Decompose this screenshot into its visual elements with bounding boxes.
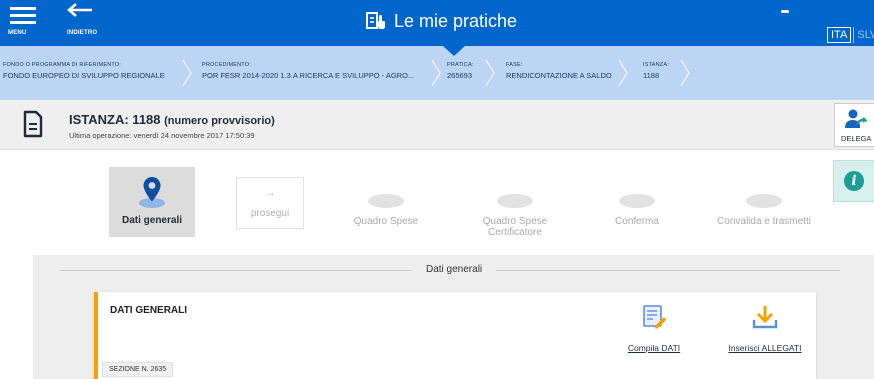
step-dot — [497, 194, 533, 208]
info-icon: i — [844, 171, 864, 191]
step-quadro-spese-certificatore: Quadro Spese Certificatore — [470, 194, 560, 238]
delega-button[interactable]: DELEGA — [834, 103, 874, 147]
istanza-number: ISTANZA: 1188 — [69, 112, 161, 127]
chevron-right-icon — [182, 59, 192, 87]
crumb-value: 1188 — [643, 71, 660, 80]
crumb-pratica: PRATICA: 265693 — [447, 62, 474, 80]
top-bar: MENU INDIETRO Le mie pratiche ITA SLV — [0, 0, 874, 46]
section-number-badge: SEZIONE N. 2635 — [102, 362, 174, 377]
crumb-procedimento: PROCEDIMENTO: POR FESR 2014-2020 1.3.A R… — [202, 62, 414, 80]
crumb-key: ISTANZA: — [643, 62, 669, 68]
step-convalida-trasmetti: Convalida e trasmetti — [704, 194, 824, 227]
step-dot — [746, 194, 782, 208]
language-switcher: ITA SLV — [827, 27, 874, 43]
card-title: DATI GENERALI — [110, 305, 188, 316]
menu-label: MENU — [8, 30, 27, 36]
page-title-text: Le mie pratiche — [394, 10, 518, 31]
crumb-fase: FASE: RENDICONTAZIONE A SALDO — [506, 62, 612, 80]
step-conferma: Conferma — [602, 194, 672, 227]
prosegui-label: prosegui — [250, 208, 290, 219]
user-share-icon — [845, 109, 867, 128]
inserisci-allegati-label: Inserisci ALLEGATI — [728, 343, 802, 353]
crumb-key: PROCEDIMENTO: — [202, 62, 251, 68]
breadcrumb: FONDO O PROGRAMMA DI RIFERIMENTO: FONDO … — [0, 46, 874, 100]
title-notch — [443, 46, 465, 56]
step-label: Convalida e trasmetti — [717, 216, 811, 227]
compila-dati-button[interactable]: Compila DATI — [619, 304, 689, 353]
crumb-key: FASE: — [506, 62, 523, 68]
crumb-value: 265693 — [447, 71, 473, 80]
istanza-provisional: (numero provvisorio) — [164, 115, 275, 127]
document-icon — [23, 110, 43, 138]
prosegui-button[interactable]: → prosegui — [236, 177, 304, 229]
istanza-title: ISTANZA: 1188 (numero provvisorio) — [69, 112, 275, 127]
document-hand-icon — [366, 12, 385, 29]
lang-ita[interactable]: ITA — [827, 27, 852, 43]
chevron-right-icon — [485, 59, 495, 87]
section-title: Dati generali — [412, 264, 497, 275]
last-operation: Ultima operazione: venerdì 24 novembre 2… — [69, 131, 255, 140]
info-button[interactable]: i — [833, 160, 874, 202]
step-label: Quadro Spese Certificatore — [482, 216, 548, 238]
menu-button[interactable]: MENU — [8, 0, 42, 40]
step-label: Dati generali — [121, 215, 183, 226]
step-dati-generali[interactable]: Dati generali — [109, 167, 195, 237]
crumb-key: FONDO O PROGRAMMA DI RIFERIMENTO: — [3, 62, 122, 68]
chevron-right-icon — [618, 59, 628, 87]
hamburger-icon — [10, 7, 36, 28]
step-dot — [619, 194, 655, 208]
lang-slv[interactable]: SLV — [853, 27, 874, 43]
delega-label: DELEGA — [841, 134, 872, 143]
back-button[interactable]: INDIETRO — [62, 0, 110, 40]
compila-dati-label: Compila DATI — [627, 343, 681, 353]
page-title: Le mie pratiche — [366, 8, 517, 34]
chevron-right-icon — [431, 59, 441, 87]
chevron-right-icon — [680, 59, 690, 87]
crumb-value: POR FESR 2014-2020 1.3.A RICERCA E SVILU… — [202, 71, 415, 80]
crumb-fondo: FONDO O PROGRAMMA DI RIFERIMENTO: FONDO … — [3, 62, 165, 80]
istanza-header: ISTANZA: 1188 (numero provvisorio) Ultim… — [0, 100, 874, 150]
arrow-right-icon: → — [264, 185, 276, 199]
download-icon — [752, 306, 778, 329]
step-dot — [368, 194, 404, 208]
step-label: Conferma — [615, 216, 659, 227]
arrow-left-icon — [67, 3, 92, 17]
crumb-istanza: ISTANZA: 1188 — [643, 62, 669, 80]
map-pin-icon — [139, 177, 165, 208]
dati-generali-card: DATI GENERALI Compila DATI Inserisci ALL… — [94, 292, 816, 379]
edit-form-icon — [643, 305, 667, 329]
crumb-key: PRATICA: — [447, 62, 474, 68]
back-label: INDIETRO — [67, 30, 98, 36]
user-indicator[interactable] — [781, 10, 789, 13]
crumb-value: FONDO EUROPEO DI SVILUPPO REGIONALE — [3, 71, 165, 80]
step-quadro-spese: Quadro Spese — [346, 194, 426, 227]
inserisci-allegati-button[interactable]: Inserisci ALLEGATI — [715, 304, 815, 353]
step-label: Quadro Spese — [353, 216, 419, 227]
crumb-value: RENDICONTAZIONE A SALDO — [506, 71, 612, 80]
